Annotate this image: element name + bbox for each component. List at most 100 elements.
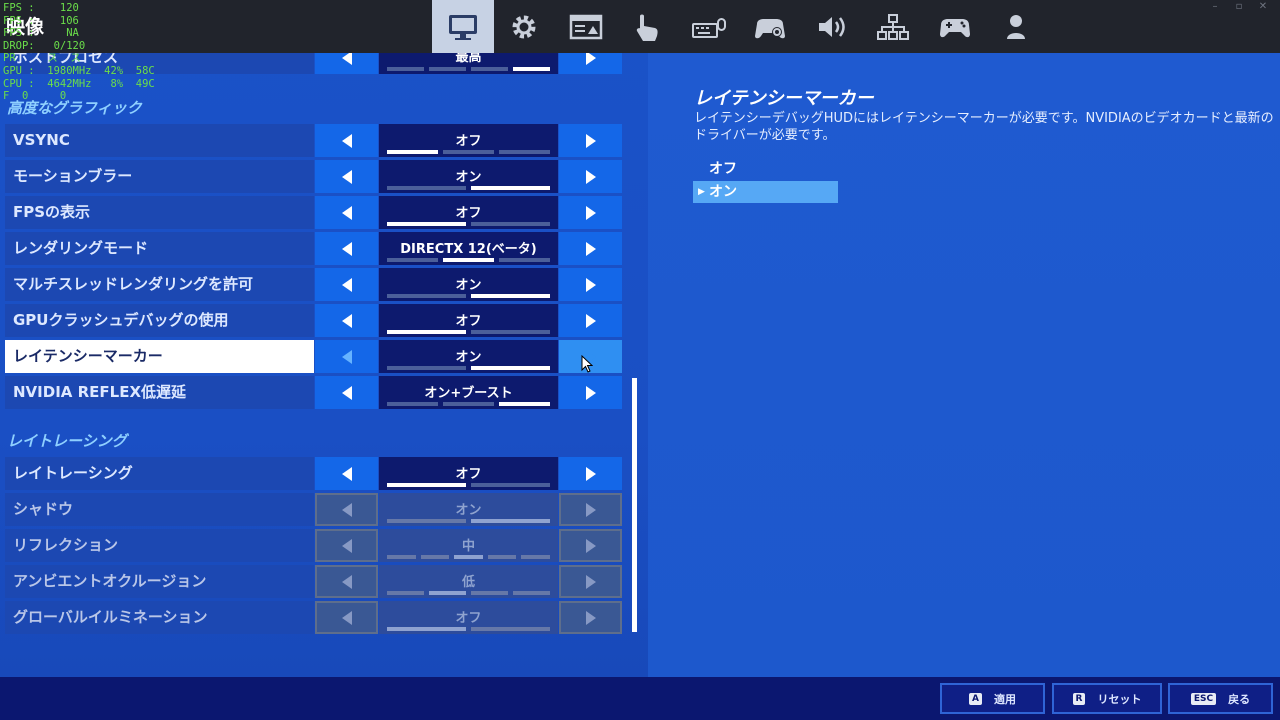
- setting-row[interactable]: GPUクラッシュデバッグの使用 オフ: [5, 304, 623, 337]
- setting-value-box: オフ: [379, 457, 558, 490]
- value-segment: [513, 67, 550, 71]
- increase-button[interactable]: [559, 124, 622, 157]
- decrease-button[interactable]: [315, 196, 378, 229]
- top-bar: – ▫ ✕: [0, 0, 1280, 53]
- setting-row[interactable]: シャドウ オン: [5, 493, 623, 526]
- close-icon[interactable]: ✕: [1256, 2, 1270, 12]
- tab-gear[interactable]: [494, 0, 556, 53]
- increase-button[interactable]: [559, 376, 622, 409]
- setting-value: オン: [455, 170, 482, 185]
- fps-overlay-line: GPU : 1980MHz 42% 58C: [3, 64, 155, 77]
- decrease-button[interactable]: [315, 304, 378, 337]
- increase-button[interactable]: [559, 565, 622, 598]
- tab-speaker[interactable]: [801, 0, 863, 53]
- fps-overlay-line: FPS : 120: [3, 2, 79, 14]
- increase-button[interactable]: [559, 601, 622, 634]
- arrow-right-icon: [585, 277, 596, 292]
- arrow-left-icon: [341, 205, 352, 220]
- decrease-button[interactable]: [315, 160, 378, 193]
- fps-overlay: FPS : 120 FPS : 106 FPS : NA DROP: 0/120 PR …: [3, 2, 155, 103]
- setting-label: レンダリングモード: [5, 232, 314, 265]
- decrease-button[interactable]: [315, 124, 378, 157]
- option-item[interactable]: オフ: [693, 158, 838, 180]
- tab-keyboard-mouse[interactable]: [678, 0, 740, 53]
- increase-button[interactable]: [559, 304, 622, 337]
- setting-value-box: DIRECTX 12(ベータ): [379, 232, 558, 265]
- value-segment: [443, 402, 494, 406]
- increase-button[interactable]: [559, 53, 622, 74]
- decrease-button[interactable]: [315, 53, 378, 74]
- setting-label: シャドウ: [5, 493, 314, 526]
- reset-button[interactable]: R リセット: [1052, 683, 1162, 714]
- increase-button[interactable]: [559, 268, 622, 301]
- increase-button[interactable]: [559, 232, 622, 265]
- section-title-raytracing: レイトレーシング: [7, 432, 127, 450]
- setting-value: 低: [461, 575, 475, 590]
- setting-row[interactable]: アンビエントオクルージョン 低: [5, 565, 623, 598]
- value-segment: [387, 627, 466, 631]
- tab-user[interactable]: [986, 0, 1048, 53]
- arrow-left-icon: [341, 169, 352, 184]
- option-item[interactable]: ▶ オン: [693, 181, 838, 203]
- setting-row[interactable]: レンダリングモード DIRECTX 12(ベータ): [5, 232, 623, 265]
- decrease-button[interactable]: [315, 376, 378, 409]
- value-indicator: [387, 402, 550, 406]
- decrease-button[interactable]: [315, 232, 378, 265]
- scrollbar[interactable]: [632, 378, 637, 632]
- setting-value: オン+ブースト: [424, 386, 513, 401]
- decrease-button[interactable]: [315, 268, 378, 301]
- increase-button[interactable]: [559, 529, 622, 562]
- value-segment: [471, 627, 550, 631]
- value-indicator: [387, 627, 550, 631]
- apply-button[interactable]: A 適用: [940, 683, 1045, 714]
- decrease-button[interactable]: [315, 340, 378, 373]
- decrease-button[interactable]: [315, 601, 378, 634]
- setting-row[interactable]: VSYNC オフ: [5, 124, 623, 157]
- value-segment: [471, 483, 550, 487]
- setting-row[interactable]: マルチスレッドレンダリングを許可 オン: [5, 268, 623, 301]
- value-segment: [387, 591, 424, 595]
- value-segment: [387, 294, 466, 298]
- tab-network[interactable]: [863, 0, 925, 53]
- setting-row[interactable]: レイテンシーマーカー オン: [5, 340, 623, 373]
- setting-row[interactable]: モーションブラー オン: [5, 160, 623, 193]
- increase-button[interactable]: [559, 457, 622, 490]
- tab-gamepad[interactable]: [924, 0, 986, 53]
- value-segment: [471, 222, 550, 226]
- back-label: 戻る: [1228, 692, 1251, 706]
- value-indicator: [387, 591, 550, 595]
- setting-row[interactable]: NVIDIA REFLEX低遅延 オン+ブースト: [5, 376, 623, 409]
- decrease-button[interactable]: [315, 529, 378, 562]
- increase-button[interactable]: [559, 160, 622, 193]
- minimize-icon[interactable]: –: [1208, 2, 1222, 12]
- value-segment: [420, 555, 450, 559]
- setting-row[interactable]: グローバルイルミネーション オフ: [5, 601, 623, 634]
- tab-window[interactable]: [555, 0, 617, 53]
- arrow-right-icon: [585, 205, 596, 220]
- description-panel: レイテンシーマーカー レイテンシーデバッグHUDにはレイテンシーマーカーが必要で…: [648, 53, 1280, 677]
- back-button[interactable]: ESC 戻る: [1168, 683, 1273, 714]
- decrease-button[interactable]: [315, 457, 378, 490]
- setting-row[interactable]: FPSの表示 オフ: [5, 196, 623, 229]
- option-label: オフ: [709, 161, 737, 177]
- value-indicator: [387, 366, 550, 370]
- tab-touch[interactable]: [617, 0, 679, 53]
- value-segment: [443, 150, 494, 154]
- value-segment: [471, 294, 550, 298]
- increase-button[interactable]: [559, 493, 622, 526]
- setting-row[interactable]: リフレクション 中: [5, 529, 623, 562]
- fps-overlay-line: FPS : NA: [3, 27, 79, 40]
- arrow-left-icon: [341, 385, 352, 400]
- restore-icon[interactable]: ▫: [1232, 2, 1246, 12]
- value-segment: [513, 591, 550, 595]
- decrease-button[interactable]: [315, 565, 378, 598]
- increase-button[interactable]: [559, 196, 622, 229]
- value-segment: [471, 186, 550, 190]
- decrease-button[interactable]: [315, 493, 378, 526]
- setting-row[interactable]: レイトレーシング オフ: [5, 457, 623, 490]
- tab-controller-settings[interactable]: [740, 0, 802, 53]
- value-indicator: [387, 294, 550, 298]
- description-text: レイテンシーデバッグHUDにはレイテンシーマーカーが必要です。NVIDIAのビデ…: [694, 111, 1274, 143]
- setting-label: VSYNC: [5, 124, 314, 157]
- tab-monitor[interactable]: [432, 0, 494, 53]
